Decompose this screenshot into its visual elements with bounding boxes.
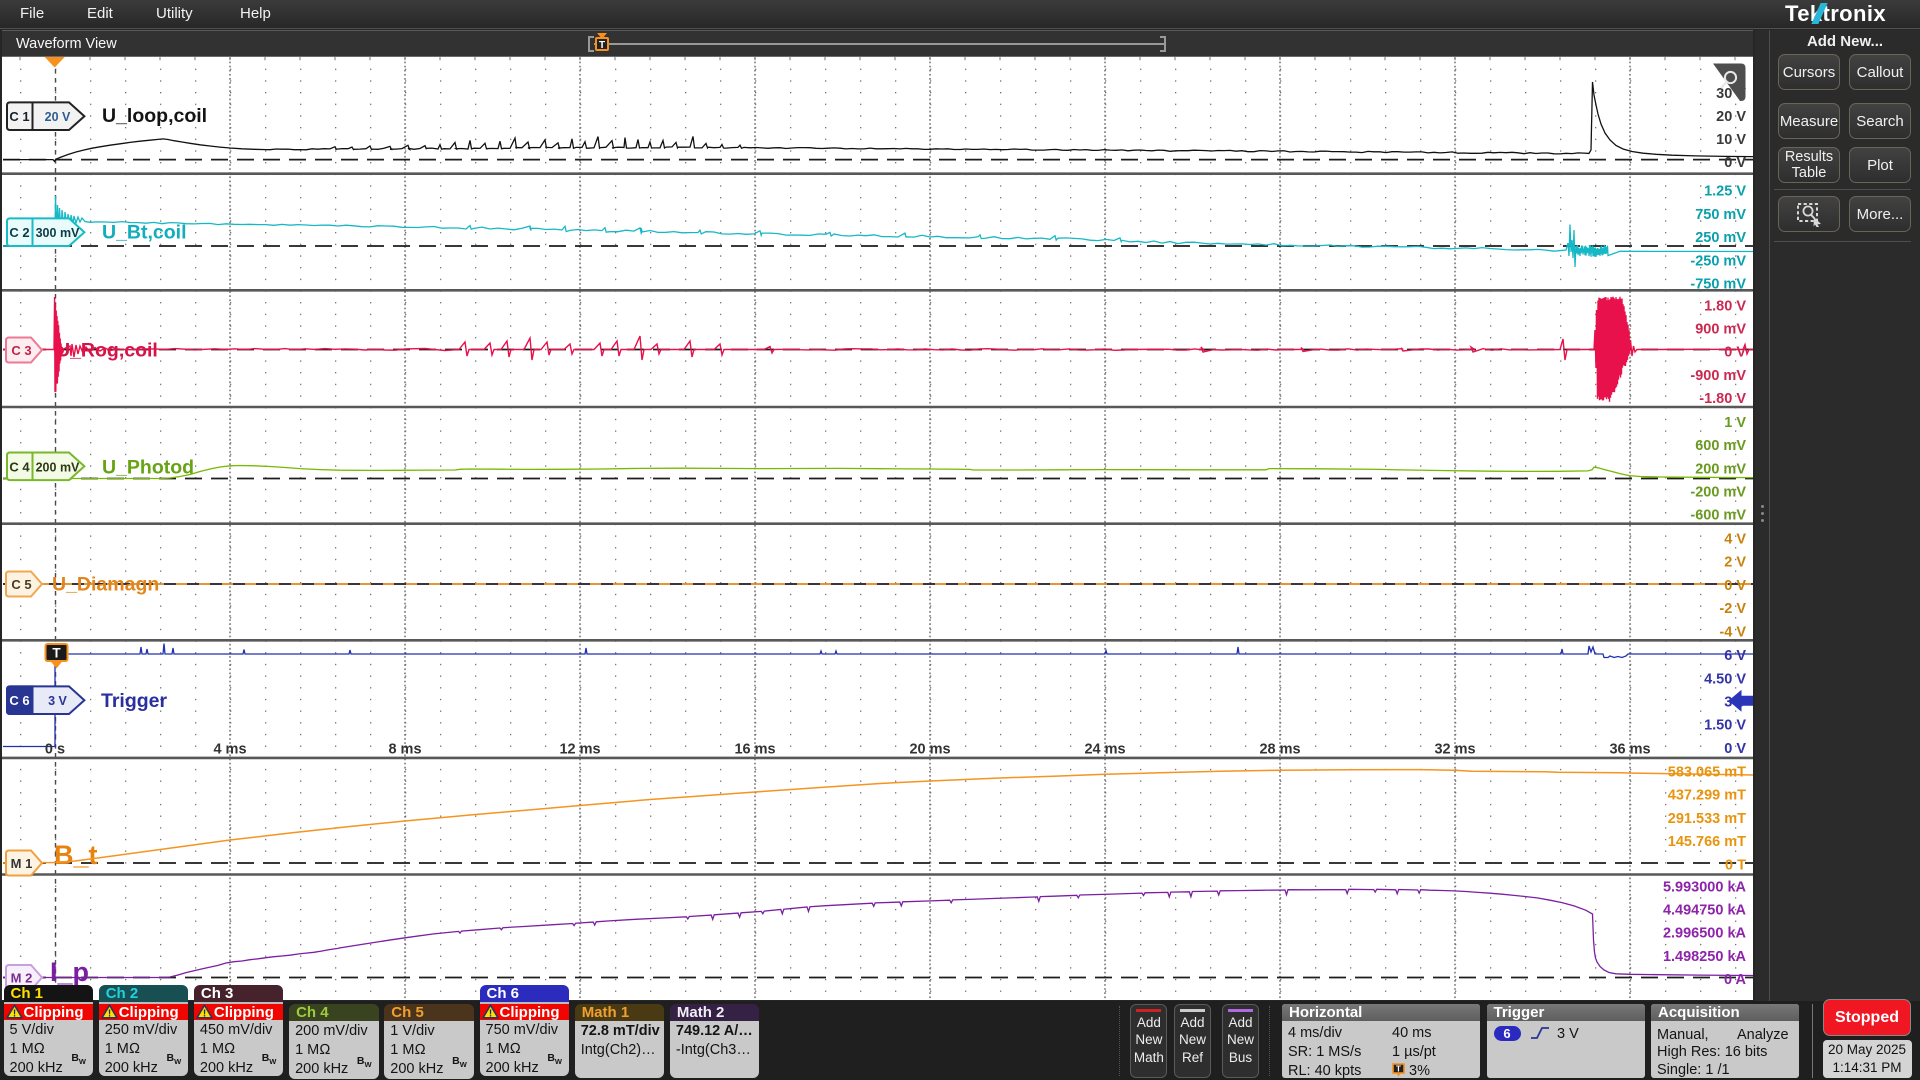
svg-text:4 ms: 4 ms [213, 742, 246, 758]
svg-text:Trigger: Trigger [101, 690, 168, 712]
svg-text:10 V: 10 V [1716, 132, 1746, 148]
svg-text:12 ms: 12 ms [559, 742, 600, 758]
svg-text:1.50 V: 1.50 V [1704, 718, 1746, 734]
svg-text:0 s: 0 s [45, 742, 65, 758]
svg-text:M 2: M 2 [11, 971, 33, 986]
svg-text:32 ms: 32 ms [1434, 742, 1475, 758]
svg-text:!: ! [488, 1009, 491, 1020]
svg-text:0 V: 0 V [1724, 741, 1746, 757]
svg-text:-1.80 V: -1.80 V [1699, 391, 1746, 407]
svg-text:200 mV: 200 mV [1695, 461, 1746, 477]
svg-text:20 ms: 20 ms [909, 742, 950, 758]
svg-text:0 V: 0 V [1724, 578, 1746, 594]
svg-text:T: T [1396, 1064, 1401, 1073]
svg-text:!: ! [108, 1009, 111, 1020]
svg-text:C 3: C 3 [11, 343, 31, 358]
svg-text:C 4: C 4 [9, 459, 30, 474]
svg-text:U_Photod: U_Photod [102, 456, 194, 478]
svg-text:C 6: C 6 [9, 693, 29, 708]
svg-text:B_t: B_t [54, 840, 98, 870]
svg-text:20 V: 20 V [1716, 109, 1746, 125]
svg-text:200 mV: 200 mV [36, 460, 80, 474]
svg-text:-200 mV: -200 mV [1690, 485, 1746, 501]
svg-text:8 ms: 8 ms [388, 742, 421, 758]
svg-text:437.299 mT: 437.299 mT [1668, 788, 1746, 804]
svg-text:600 mV: 600 mV [1695, 438, 1746, 454]
svg-text:C 1: C 1 [9, 109, 29, 124]
svg-text:1.80 V: 1.80 V [1704, 298, 1746, 314]
svg-text:145.766 mT: 145.766 mT [1668, 834, 1746, 850]
svg-text:4.494750 kA: 4.494750 kA [1663, 903, 1747, 919]
svg-text:1.498250 kA: 1.498250 kA [1663, 949, 1747, 965]
svg-text:M 1: M 1 [11, 856, 33, 871]
svg-text:291.533 mT: 291.533 mT [1668, 811, 1746, 827]
svg-text:4 V: 4 V [1724, 532, 1746, 548]
svg-text:3 V: 3 V [48, 694, 67, 708]
svg-text:2 V: 2 V [1724, 555, 1746, 571]
svg-text:900 mV: 900 mV [1695, 322, 1746, 338]
svg-text:5.993000 kA: 5.993000 kA [1663, 879, 1747, 895]
svg-text:36 ms: 36 ms [1609, 742, 1650, 758]
svg-text:6 V: 6 V [1724, 648, 1746, 664]
svg-text:1.25 V: 1.25 V [1704, 184, 1746, 200]
svg-text:0 A: 0 A [1724, 972, 1747, 988]
svg-text:-750 mV: -750 mV [1690, 277, 1746, 293]
svg-text:-250 mV: -250 mV [1690, 253, 1746, 269]
svg-text:2.996500 kA: 2.996500 kA [1663, 926, 1747, 942]
svg-text:0 V: 0 V [1724, 155, 1746, 171]
svg-text:300 mV: 300 mV [36, 226, 80, 240]
svg-text:4.50 V: 4.50 V [1704, 671, 1746, 687]
svg-text:0 T: 0 T [1725, 857, 1746, 873]
svg-text:I_p: I_p [50, 957, 89, 987]
svg-text:C 5: C 5 [11, 577, 31, 592]
svg-text:U_loop,coil: U_loop,coil [102, 105, 207, 127]
svg-text:750 mV: 750 mV [1695, 207, 1746, 223]
svg-text:!: ! [203, 1009, 206, 1020]
svg-text:24 ms: 24 ms [1084, 742, 1125, 758]
svg-text:-4 V: -4 V [1719, 624, 1746, 640]
svg-text:20 V: 20 V [45, 110, 71, 124]
svg-text:!: ! [12, 1009, 15, 1020]
svg-text:U_Bt,coil: U_Bt,coil [102, 222, 187, 244]
svg-text:-600 mV: -600 mV [1690, 508, 1746, 524]
svg-text:C 2: C 2 [9, 225, 29, 240]
svg-text:0 V: 0 V [1724, 345, 1746, 361]
svg-text:U_Diamagn: U_Diamagn [52, 574, 159, 596]
svg-text:28 ms: 28 ms [1259, 742, 1300, 758]
svg-text:16 ms: 16 ms [734, 742, 775, 758]
svg-text:-900 mV: -900 mV [1690, 368, 1746, 384]
svg-text:583.065 mT: 583.065 mT [1668, 765, 1746, 781]
svg-text:250 mV: 250 mV [1695, 230, 1746, 246]
svg-text:1 V: 1 V [1724, 415, 1746, 431]
svg-text:-2 V: -2 V [1719, 601, 1746, 617]
svg-text:T: T [52, 646, 61, 661]
